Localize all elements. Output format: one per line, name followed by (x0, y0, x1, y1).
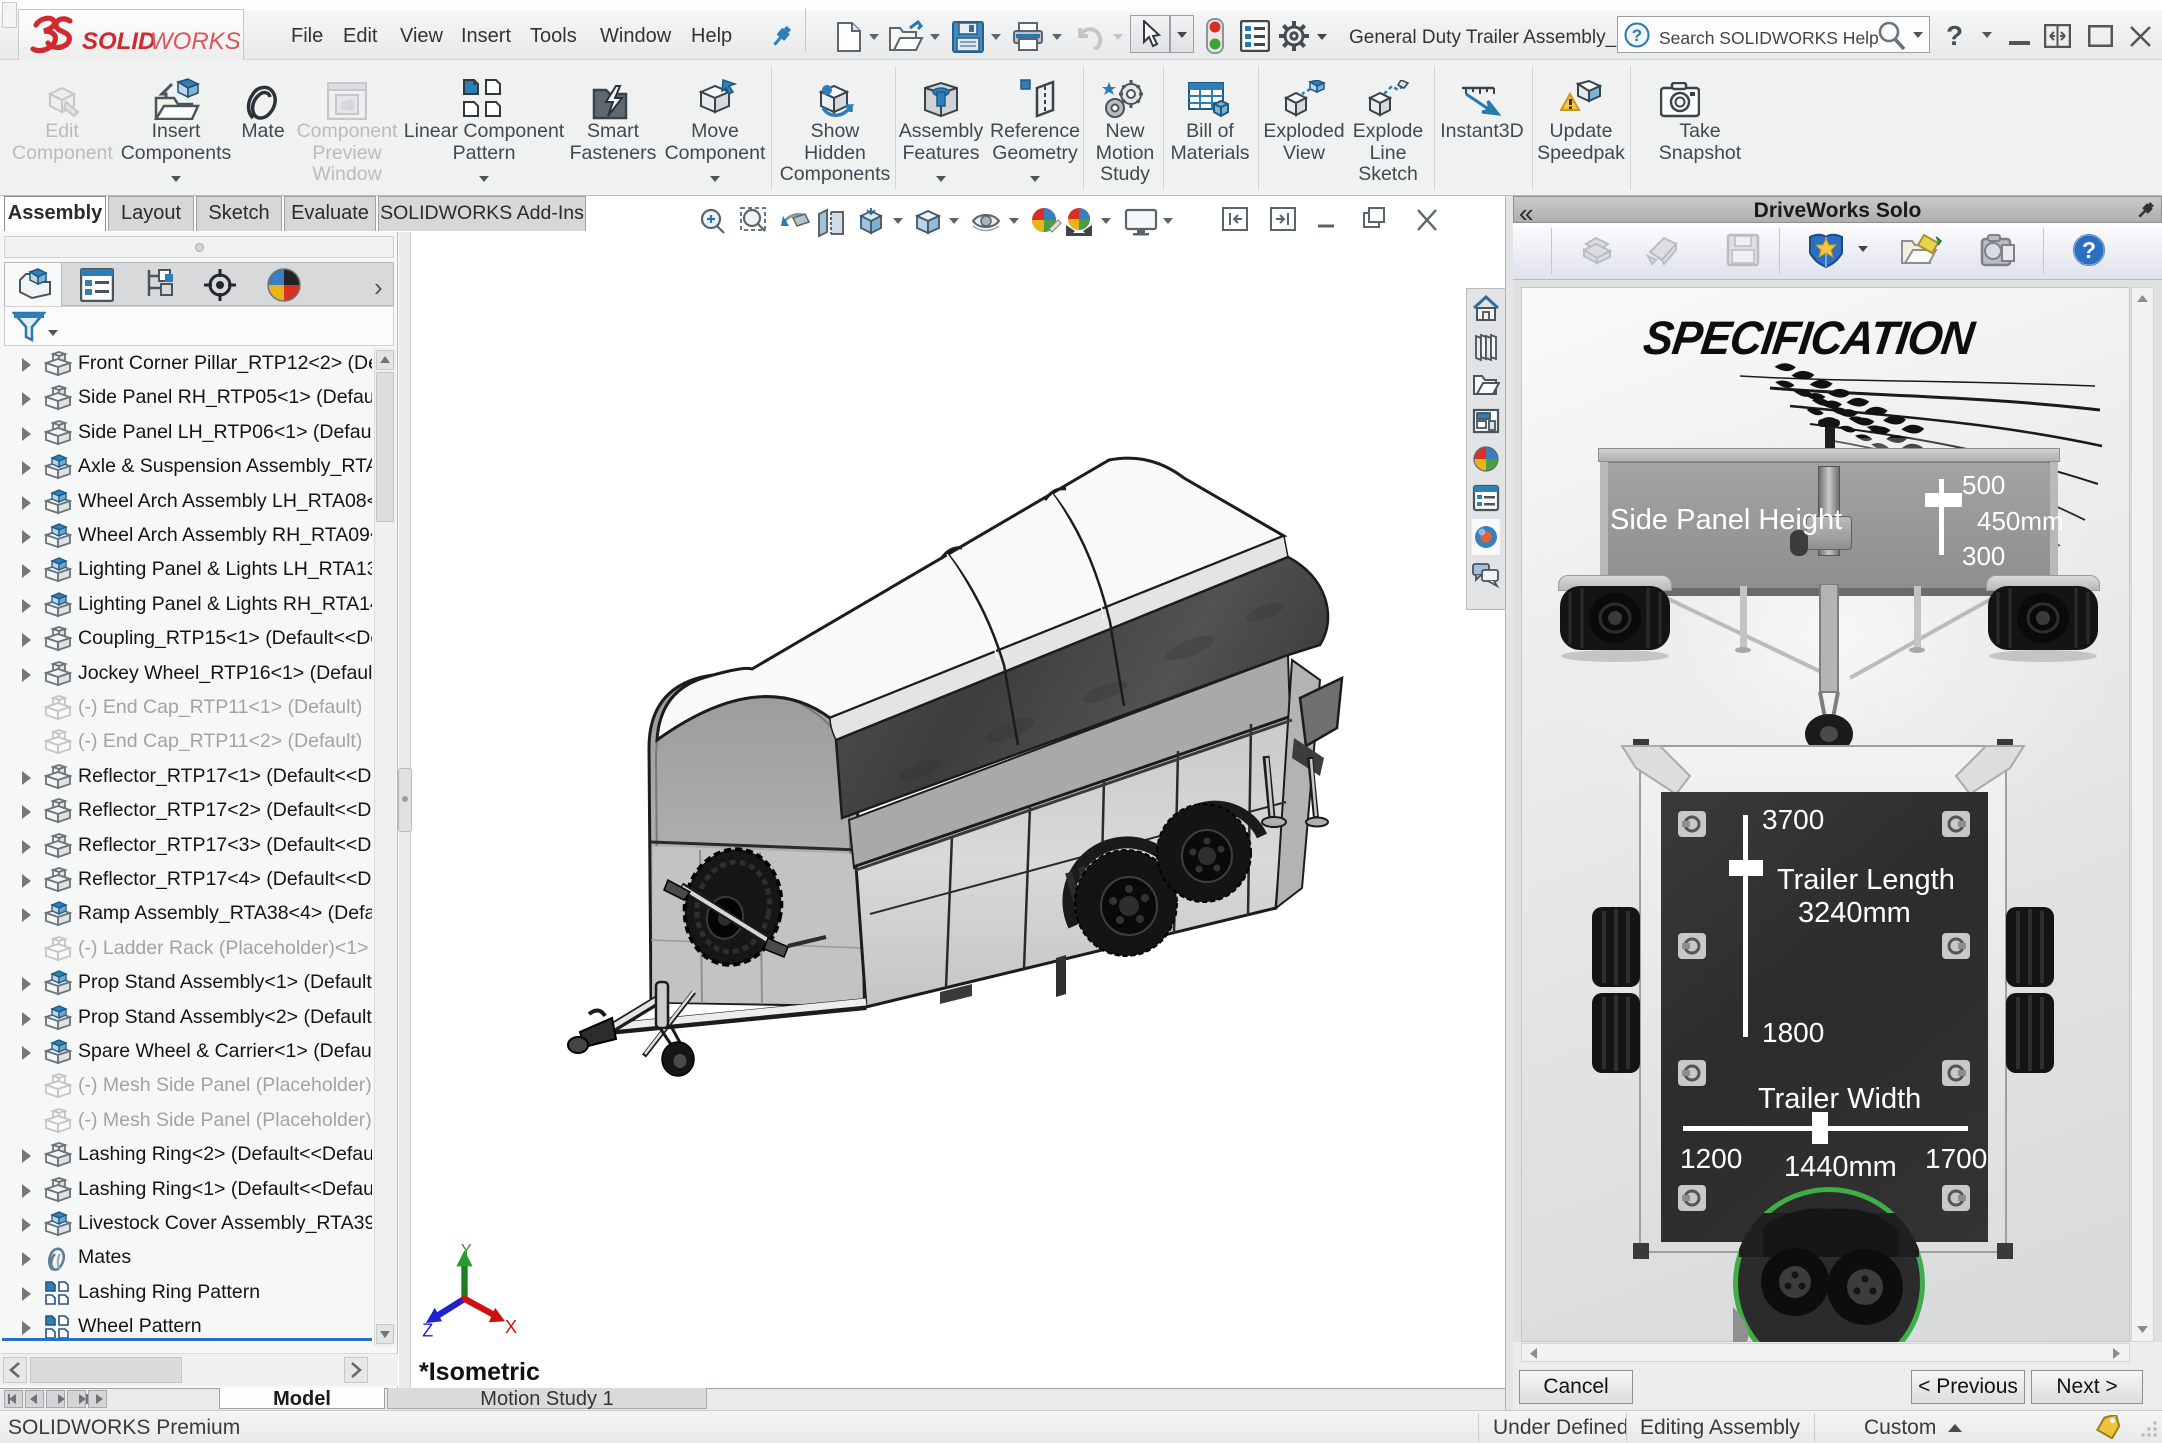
svg-text:X: X (505, 1317, 517, 1337)
svg-text:?: ? (2082, 237, 2096, 263)
svg-text:WORKS: WORKS (150, 28, 241, 55)
svg-text:SOLID: SOLID (82, 28, 155, 55)
svg-text:Z: Z (422, 1321, 433, 1341)
svg-text:Y: Y (461, 1243, 472, 1260)
svg-text:?: ? (1632, 26, 1642, 45)
